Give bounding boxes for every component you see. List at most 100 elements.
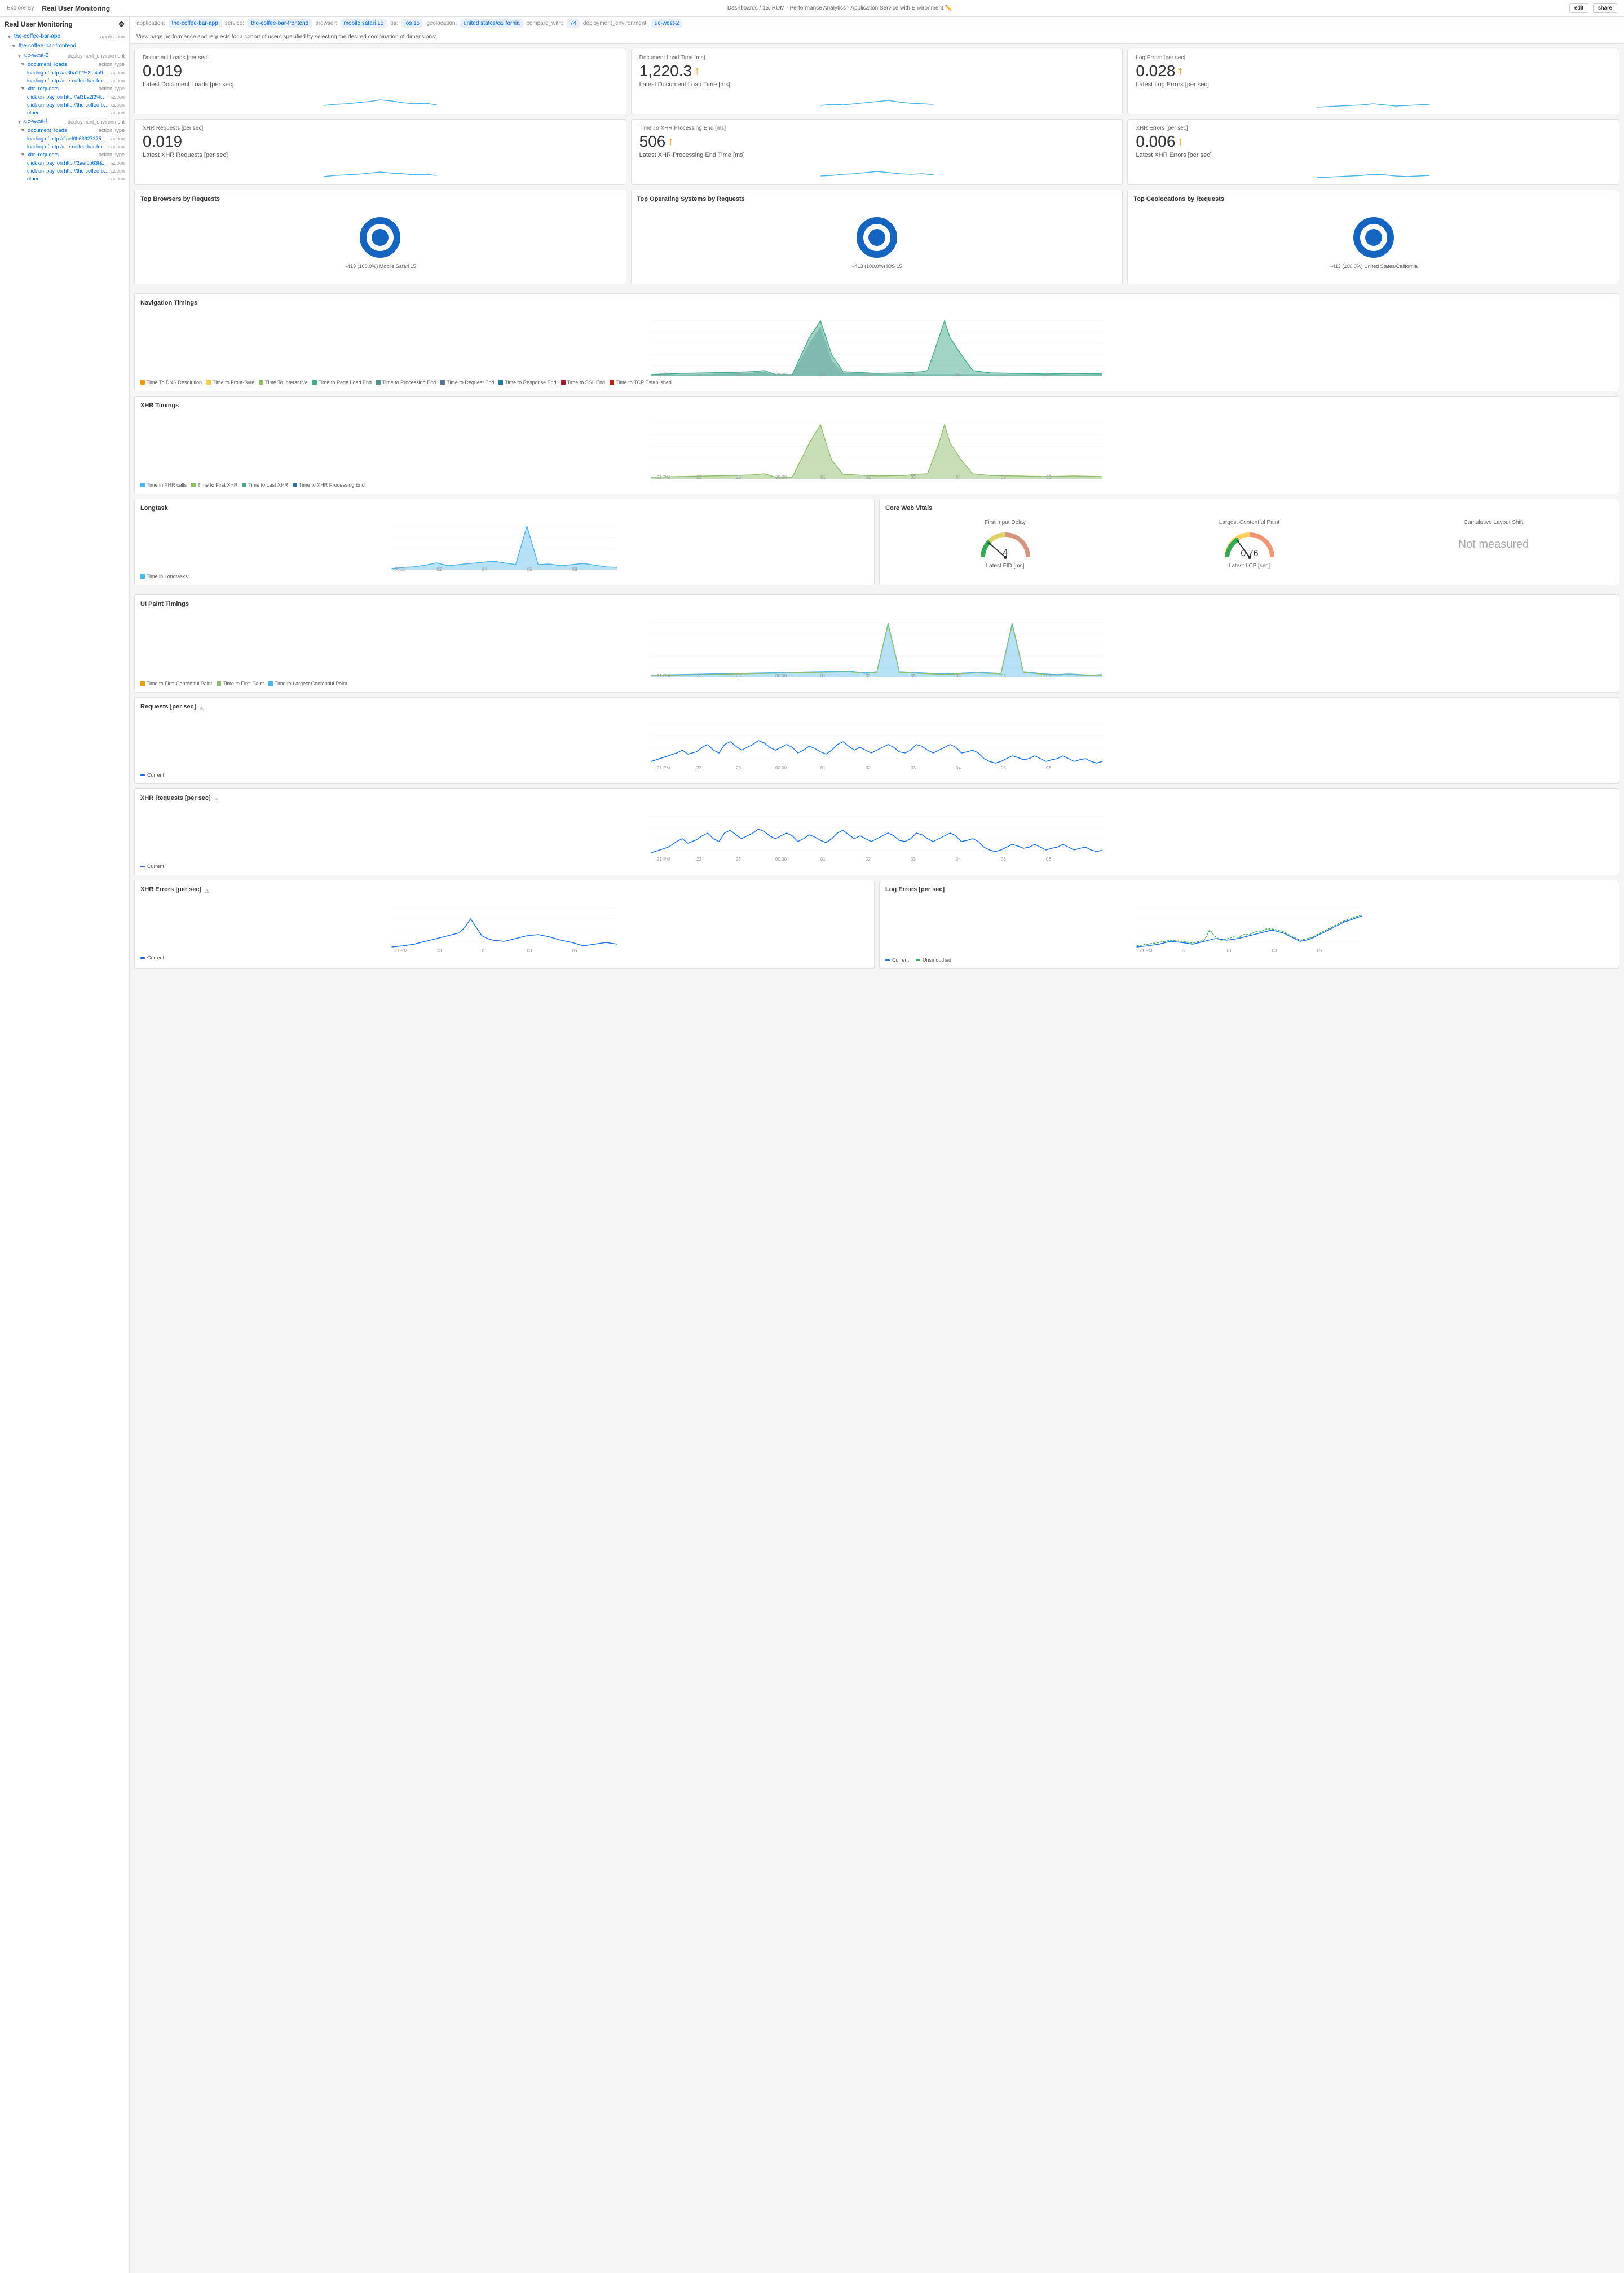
svg-text:05: 05 (1317, 948, 1322, 953)
svg-text:23: 23 (736, 857, 741, 861)
svg-text:05: 05 (1001, 857, 1006, 861)
metric-row-1: Document Loads [per sec] 0.019 Latest Do… (134, 49, 1619, 114)
svg-text:04: 04 (956, 475, 961, 480)
sidebar-doc-loads-2[interactable]: ▼ document_loads action_type (0, 126, 129, 135)
sidebar-action-1[interactable]: loading of http://af3ba2f2%2fe4a980a3fc9… (0, 69, 129, 77)
svg-text:21 PM: 21 PM (657, 372, 670, 377)
doc-load-time-title: Document Load Time [ms] (639, 55, 1115, 61)
filter-geo[interactable]: united states/california (460, 19, 523, 28)
svg-text:23: 23 (736, 475, 741, 480)
os-donut: ~413 (100.0%) iOS 15 (637, 206, 1117, 278)
top-geo-card: Top Geolocations by Requests ~413 (100.0… (1127, 190, 1619, 284)
svg-text:03: 03 (911, 673, 916, 679)
sidebar-app[interactable]: ▼ the-coffee-bar-app application (0, 32, 129, 41)
sidebar-action-3[interactable]: click on 'pay' on http://af3ba2f2%2e4a94… (0, 93, 129, 101)
svg-text:21 PM: 21 PM (657, 475, 670, 480)
current-dot (140, 774, 145, 776)
dashboard: Document Loads [per sec] 0.019 Latest Do… (130, 44, 1624, 983)
log-errors-legend: Current Unsmoothed (885, 955, 1613, 963)
ui-timings-chart: 21 PM 22 23 00:00 01 02 03 04 05 06 (140, 611, 1613, 679)
metric-row-2: XHR Requests [per sec] 0.019 Latest XHR … (134, 119, 1619, 185)
svg-text:22: 22 (696, 673, 701, 679)
svg-text:05: 05 (1001, 475, 1006, 480)
svg-text:04: 04 (956, 372, 961, 377)
log-errors-chart-title: Log Errors [per sec] (885, 886, 945, 893)
svg-text:00:00: 00:00 (775, 857, 787, 861)
sidebar-xhr-2[interactable]: ▼ xhr_requests action_type (0, 151, 129, 159)
lcp-title: Largest Contentful Paint (1219, 519, 1279, 526)
ui-timings-title: UI Paint Timings (140, 601, 1613, 607)
app-title: Real User Monitoring (42, 5, 110, 12)
sidebar-action-9[interactable]: click on 'pay' on http://the-coffee-bar-… (0, 167, 129, 175)
sidebar-xhr-1[interactable]: ▼ xhr_requests action_type (0, 85, 129, 93)
svg-text:21 PM: 21 PM (1140, 948, 1153, 953)
log-errors-chart: 21 PM 23 01 03 05 (885, 896, 1613, 953)
svg-text:05: 05 (1001, 765, 1006, 770)
explore-by-label: Explore By (7, 5, 34, 11)
nav-timings-chart: 21 PM 22 23 00:00 01 02 03 04 05 06 (140, 310, 1613, 377)
sidebar-action-10[interactable]: other action (0, 175, 129, 183)
requests-title-row: Requests [per sec] ⚠ (140, 703, 1613, 713)
sidebar: Real User Monitoring ⚙ ▼ the-coffee-bar-… (0, 17, 130, 2273)
errors-row: XHR Errors [per sec] ⚠ 21 PM 23 01 03 05 (134, 880, 1619, 973)
doc-loads-title: Document Loads [per sec] (143, 55, 618, 61)
svg-text:23: 23 (736, 372, 741, 377)
svg-text:22: 22 (696, 372, 701, 377)
svg-text:06: 06 (527, 567, 532, 571)
sidebar-app-label: the-coffee-bar-app (14, 33, 98, 39)
header-actions[interactable]: edit share (1569, 3, 1617, 13)
sidebar-action-5[interactable]: other action (0, 109, 129, 117)
svg-text:01: 01 (820, 475, 826, 480)
sidebar-doc-loads-1[interactable]: ▼ document_loads action_type (0, 60, 129, 69)
xhr-timings-chart: 21 PM 22 23 00:00 01 02 03 04 05 06 (140, 412, 1613, 480)
app-header: Explore By Real User Monitoring Dashboar… (0, 0, 1624, 17)
cls-container: Cumulative Layout Shift Not measured (1374, 519, 1613, 569)
svg-text:01: 01 (820, 673, 826, 679)
sidebar-west2-header[interactable]: ▼ uc-west-2 deployment_environment (0, 51, 129, 60)
xhr-errors-chart-card: XHR Errors [per sec] ⚠ 21 PM 23 01 03 05 (134, 880, 875, 969)
filter-browser[interactable]: mobile safari 15 (341, 19, 387, 28)
edit-button[interactable]: edit (1569, 3, 1588, 13)
xhr-requests-chart-title: XHR Requests [per sec] (140, 795, 211, 801)
browsers-title: Top Browsers by Requests (140, 196, 620, 202)
xhr-req-label: Latest XHR Requests [per sec] (143, 152, 618, 158)
metric-xhr-req: XHR Requests [per sec] 0.019 Latest XHR … (134, 119, 626, 185)
requests-legend: Current (140, 772, 1613, 778)
longtask-chart: 00:00 02 04 06 08 (140, 515, 868, 571)
svg-text:00:00: 00:00 (775, 475, 787, 480)
top-charts-row: Top Browsers by Requests ~413 (100.0%) M… (134, 190, 1619, 289)
filter-compare[interactable]: 74 (567, 19, 580, 28)
sidebar-group-westf: ▼ uc-west-f deployment_environment ▼ doc… (0, 117, 129, 183)
sidebar-action-2[interactable]: loading of http://the-coffee-bar-fronten… (0, 77, 129, 85)
svg-text:02: 02 (866, 857, 871, 861)
sidebar-action-7[interactable]: loading of http://the-coffee-bar-fronten… (0, 143, 129, 151)
sidebar-frontend[interactable]: ▼ the-coffee-bar-frontend (0, 41, 129, 51)
svg-text:01: 01 (820, 765, 826, 770)
sidebar-action-4[interactable]: click on 'pay' on http://the-coffee-bar-… (0, 101, 129, 109)
sidebar-westf-header[interactable]: ▼ uc-west-f deployment_environment (0, 117, 129, 126)
filter-application[interactable]: the-coffee-bar-app (169, 19, 222, 28)
sidebar-action-8[interactable]: click on 'pay' on http://2aef0b63f&2137f… (0, 159, 129, 167)
svg-text:01: 01 (820, 372, 826, 377)
geo-donut: ~413 (100.0%) United States/California (1133, 206, 1613, 278)
svg-text:01: 01 (482, 948, 487, 953)
filter-icon[interactable]: ⚙ (118, 20, 125, 28)
ui-timings-card: UI Paint Timings 21 PM 22 23 00:00 (134, 594, 1619, 693)
svg-text:06: 06 (1046, 673, 1051, 679)
log-errors-title: Log Errors [per sec] (1136, 55, 1611, 61)
main-content: application: the-coffee-bar-app service:… (130, 17, 1624, 2273)
filter-deployment[interactable]: uc-west-2 (651, 19, 682, 28)
log-errors-label: Latest Log Errors [per sec] (1136, 81, 1611, 88)
xhr-req-title: XHR Requests [per sec] (143, 125, 618, 131)
svg-text:00:00: 00:00 (395, 567, 407, 571)
xhr-req-sparkline (143, 162, 618, 179)
filter-os[interactable]: ios 15 (401, 19, 423, 28)
log-errors-value: 0.028 ↑ (1136, 62, 1611, 80)
sidebar-action-6[interactable]: loading of http://2aef0b63627375c0ca2a7c… (0, 135, 129, 143)
svg-text:01: 01 (820, 857, 826, 861)
requests-title: Requests [per sec] (140, 703, 196, 710)
filter-service[interactable]: the-coffee-bar-frontend (248, 19, 312, 28)
share-button[interactable]: share (1593, 3, 1617, 13)
xhr-proc-title: Time To XHR Processing End [ms] (639, 125, 1115, 131)
cwv-title: Core Web Vitals (885, 505, 1613, 512)
